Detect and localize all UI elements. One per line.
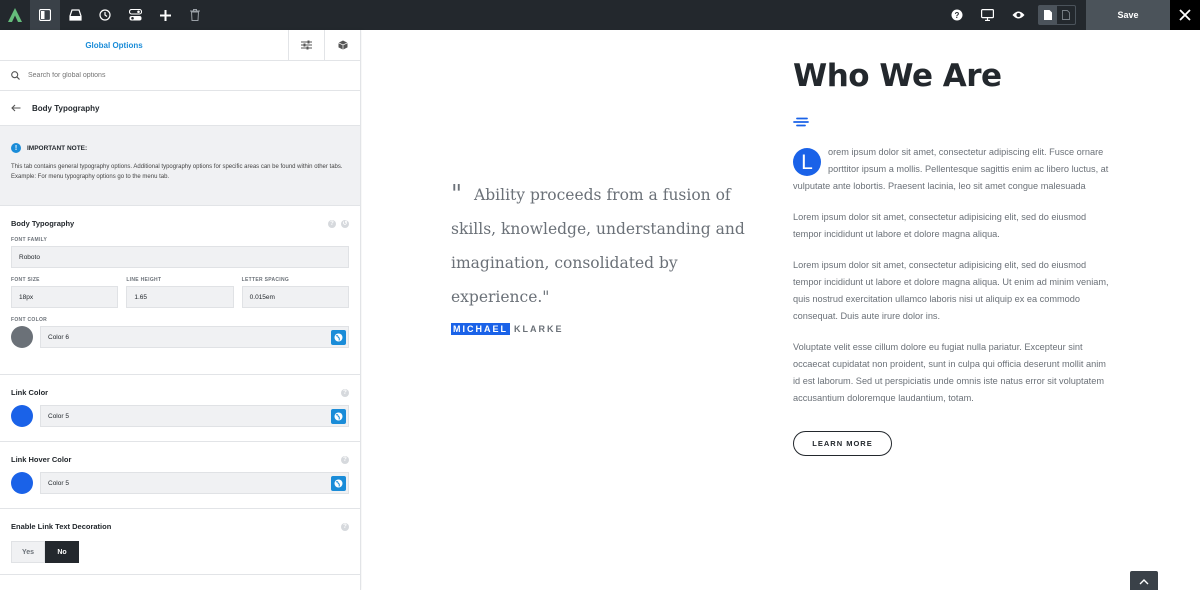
svg-text:?: ? (954, 11, 959, 20)
note-title: IMPORTANT NOTE: (27, 144, 88, 152)
info-icon: ! (11, 143, 21, 153)
quote-author: MICHAEL KLARKE (451, 323, 751, 335)
link-color-title: Link Color (11, 388, 49, 397)
page-view-switch[interactable] (1038, 5, 1076, 25)
add-icon[interactable] (150, 0, 180, 30)
global-color-icon[interactable] (331, 475, 346, 491)
paragraph-2: Lorem ipsum dolor sit amet, consectetur … (793, 212, 1087, 239)
section-back-header: Body Typography (0, 91, 360, 126)
help-icon[interactable]: ? (341, 455, 349, 464)
paragraph-1-text: orem ipsum dolor sit amet, consectetur a… (793, 147, 1109, 191)
history-icon[interactable] (90, 0, 120, 30)
quote-body: Ability proceeds from a fusion of skills… (451, 186, 745, 306)
font-family-select[interactable]: Roboto (11, 246, 349, 268)
quote-mark: " (451, 180, 463, 208)
link-hover-color-section: Link Hover Color ? Color 5 (0, 442, 360, 509)
toggle-yes-button[interactable]: Yes (11, 541, 45, 563)
font-size-input[interactable]: 18px (11, 286, 119, 308)
save-button[interactable]: Save (1086, 0, 1170, 30)
line-height-label: LINE HEIGHT (126, 277, 162, 283)
sidebar-tabs: Global Options (0, 30, 360, 61)
separator-icon (793, 114, 1111, 132)
body-typography-section: Body Typography ? ↺ FONT FAMILY Roboto F… (0, 206, 360, 375)
cube-icon[interactable] (324, 30, 360, 60)
line-height-input[interactable]: 1.65 (126, 286, 234, 308)
trash-icon[interactable] (180, 0, 210, 30)
link-hover-color-field[interactable]: Color 5 (40, 472, 349, 494)
search-icon (11, 67, 20, 85)
search-bar (0, 61, 360, 91)
quote-block: " Ability proceeds from a fusion of skill… (451, 177, 751, 335)
note-text: This tab contains general typography opt… (11, 164, 343, 180)
global-options-sidebar: Global Options Body Typography ! IMPORTA… (0, 30, 361, 590)
global-color-icon[interactable] (331, 329, 346, 345)
link-decoration-toggle[interactable]: Yes No (11, 541, 79, 563)
letter-spacing-input[interactable]: 0.015em (241, 286, 349, 308)
scroll-to-top-button[interactable] (1130, 571, 1158, 590)
back-arrow-icon[interactable] (11, 99, 21, 117)
toggle-no-button[interactable]: No (45, 541, 79, 563)
library-icon[interactable] (60, 0, 90, 30)
content-column: Who We Are Lorem ipsum dolor sit amet, c… (793, 58, 1111, 456)
learn-more-button[interactable]: LEARN MORE (793, 431, 892, 456)
avada-logo[interactable] (0, 0, 30, 30)
global-color-icon[interactable] (331, 408, 346, 424)
dropcap: L (793, 148, 821, 176)
link-hover-color-title: Link Hover Color (11, 455, 72, 464)
link-hover-color-value: Color 5 (48, 479, 69, 487)
reset-icon[interactable]: ↺ (341, 219, 349, 228)
top-toolbar: ? Save (0, 0, 1200, 30)
sliders-icon[interactable] (288, 30, 324, 60)
font-color-swatch[interactable] (11, 326, 33, 348)
help-icon[interactable]: ? (341, 522, 349, 531)
body-typography-title: Body Typography (11, 219, 75, 228)
font-color-value: Color 6 (48, 333, 69, 341)
link-decoration-title: Enable Link Text Decoration (11, 522, 112, 531)
font-color-field[interactable]: Color 6 (40, 326, 349, 348)
font-family-label: FONT FAMILY (11, 237, 48, 243)
link-color-section: Link Color ? Color 5 (0, 375, 360, 442)
link-color-swatch[interactable] (11, 405, 33, 427)
search-input[interactable] (28, 72, 328, 79)
author-first-name: MICHAEL (451, 323, 510, 335)
font-color-label: FONT COLOR (11, 317, 48, 323)
toolbar-right-group: ? Save (941, 0, 1200, 30)
help-icon[interactable]: ? (941, 0, 972, 30)
paragraph-1: Lorem ipsum dolor sit amet, consectetur … (793, 144, 1111, 195)
font-size-label: FONT SIZE (11, 277, 40, 283)
toggle-options-icon[interactable] (120, 0, 150, 30)
help-icon[interactable]: ? (341, 388, 349, 397)
important-note: ! IMPORTANT NOTE: This tab contains gene… (0, 126, 360, 206)
page-heading: Who We Are (793, 58, 1002, 94)
page-view-icon[interactable] (1039, 6, 1057, 24)
link-decoration-section: Enable Link Text Decoration ? Yes No (0, 509, 360, 575)
link-color-value: Color 5 (48, 412, 69, 420)
help-icon[interactable]: ? (328, 219, 336, 228)
page-preview: " Ability proceeds from a fusion of skill… (362, 30, 1200, 590)
paragraph-4: Voluptate velit esse cillum dolore eu fu… (793, 342, 1106, 403)
chevron-up-icon (1139, 572, 1149, 590)
sidebar-toggle-icon[interactable] (30, 0, 60, 30)
paragraph-3: Lorem ipsum dolor sit amet, consectetur … (793, 260, 1109, 321)
tab-global-options[interactable]: Global Options (0, 30, 288, 60)
close-icon[interactable] (1170, 0, 1200, 30)
quote-text: " Ability proceeds from a fusion of skill… (451, 177, 751, 314)
page-outline-icon[interactable] (1057, 6, 1075, 24)
section-title: Body Typography (32, 103, 100, 113)
link-color-field[interactable]: Color 5 (40, 405, 349, 427)
link-hover-color-swatch[interactable] (11, 472, 33, 494)
preview-eye-icon[interactable] (1003, 0, 1034, 30)
letter-spacing-label: LETTER SPACING (241, 277, 290, 283)
desktop-icon[interactable] (972, 0, 1003, 30)
author-last-name: KLARKE (514, 324, 564, 334)
